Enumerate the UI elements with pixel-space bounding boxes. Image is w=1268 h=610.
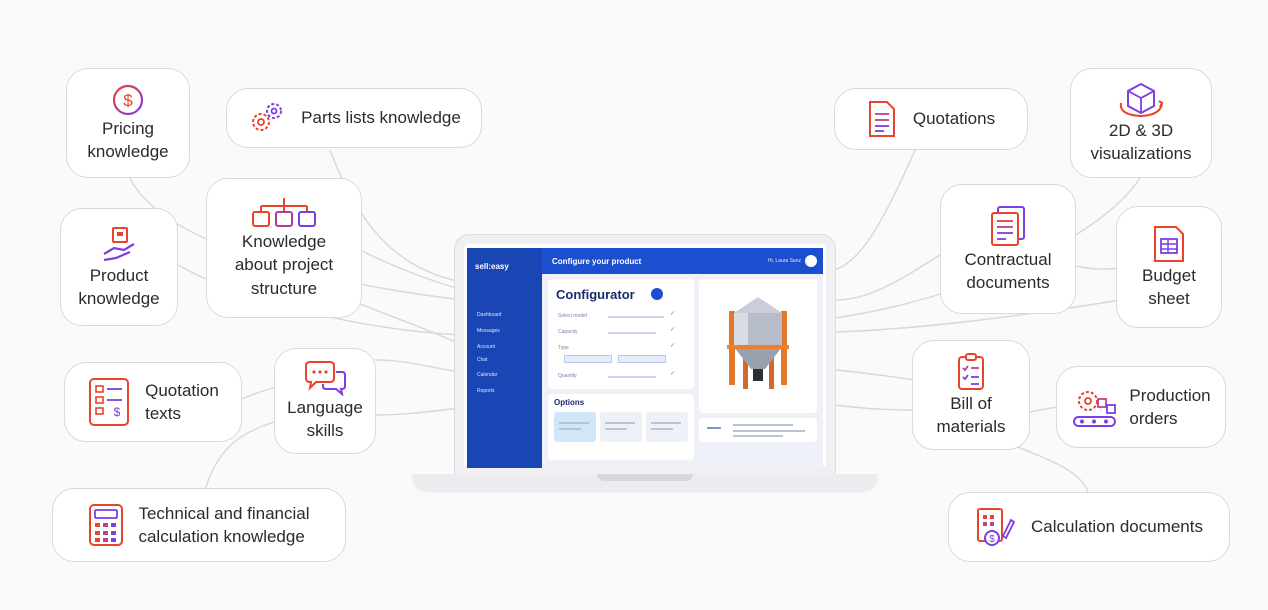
hand-holding-box-icon	[103, 226, 135, 261]
type-option[interactable]	[564, 355, 612, 363]
connector-quotations	[834, 149, 916, 271]
connector-language2	[374, 407, 463, 416]
configurator-title: Configurator	[556, 287, 635, 302]
budget-label: Budget sheet	[1142, 265, 1196, 308]
gears-icon	[252, 103, 283, 131]
parts-lists-label: Parts lists knowledge	[301, 108, 461, 128]
node-product: Product knowledge	[60, 208, 178, 326]
node-budget: Budget sheet	[1116, 206, 1222, 328]
clipboard-checklist-icon	[958, 352, 984, 390]
document-icon	[868, 101, 895, 137]
check-icon: ✓	[670, 327, 676, 333]
check-icon: ✓	[670, 371, 676, 377]
app-sidebar: sell:easy Dashboard Messages Account Cha…	[467, 248, 542, 468]
node-bill-of-materials: Bill of materials	[912, 340, 1030, 450]
nav-chat[interactable]: Chat	[477, 357, 488, 363]
options-title: Options	[554, 398, 585, 407]
conveyor-gear-icon	[1073, 391, 1117, 427]
node-project-structure: Knowledge about project structure	[206, 178, 362, 318]
options-card: Options	[548, 394, 694, 460]
price-list-icon: $	[89, 378, 130, 426]
laptop-notch	[597, 474, 693, 481]
connector-production	[1029, 406, 1059, 413]
contractual-label: Contractual documents	[964, 249, 1052, 292]
connector-project	[359, 249, 463, 291]
option-card[interactable]	[646, 412, 688, 442]
production-orders-label: Production orders	[1129, 385, 1211, 428]
svg-text:$: $	[989, 534, 995, 545]
node-quotation-texts: $ Quotation texts	[64, 362, 242, 442]
dollar-coin-icon: $	[112, 84, 144, 115]
configurator-app: sell:easy Dashboard Messages Account Cha…	[467, 248, 823, 468]
pricing-label: Pricing knowledge	[87, 118, 169, 161]
app-top-title: Configure your product	[552, 257, 642, 266]
row-select-model: Select model	[558, 313, 587, 319]
node-quotations: Quotations	[834, 88, 1028, 150]
laptop-screen: sell:easy Dashboard Messages Account Cha…	[455, 235, 835, 475]
node-technical-financial: Technical and financial calculation know…	[52, 488, 346, 562]
product-label: Product knowledge	[78, 265, 160, 308]
check-icon: ✓	[670, 343, 676, 349]
quotation-texts-label: Quotation texts	[145, 380, 219, 423]
type-option[interactable]	[618, 355, 666, 363]
stacked-documents-icon	[991, 205, 1025, 246]
node-contractual: Contractual documents	[940, 184, 1076, 314]
nav-reports[interactable]: Reports	[477, 388, 495, 394]
speech-bubbles-icon	[305, 360, 346, 396]
product-preview	[699, 279, 817, 413]
select-model-dropdown[interactable]	[608, 316, 664, 318]
connector-language	[374, 359, 463, 373]
technical-financial-label: Technical and financial calculation know…	[138, 503, 310, 546]
silo-illustration	[727, 297, 789, 389]
capacity-slider[interactable]	[608, 332, 656, 334]
connector-contractual	[834, 254, 941, 301]
nav-calendar[interactable]: Calendar	[477, 372, 497, 378]
calculator-icon	[89, 504, 124, 546]
node-parts-lists: Parts lists knowledge	[226, 88, 482, 148]
calculation-documents-label: Calculation documents	[1031, 517, 1203, 537]
visualizations-label: 2D & 3D visualizations	[1090, 120, 1192, 163]
nav-account[interactable]: Account	[477, 344, 495, 350]
svg-text:$: $	[123, 91, 133, 110]
calculation-sheet-icon: $	[977, 508, 1015, 546]
cube-icon	[1119, 82, 1164, 117]
info-card	[699, 418, 817, 442]
spreadsheet-icon	[1154, 225, 1184, 262]
check-icon: ✓	[670, 311, 676, 317]
bill-of-materials-label: Bill of materials	[936, 393, 1006, 436]
app-topbar: Configure your product Hi, Laura Sanz	[542, 248, 823, 274]
nav-messages[interactable]: Messages	[477, 328, 500, 334]
node-visualizations: 2D & 3D visualizations	[1070, 68, 1212, 178]
node-pricing: $ Pricing knowledge	[66, 68, 190, 178]
project-structure-label: Knowledge about project structure	[234, 231, 334, 298]
option-card[interactable]	[600, 412, 642, 442]
quantity-slider[interactable]	[608, 376, 656, 378]
avatar[interactable]	[805, 255, 817, 267]
row-quantity: Quantity	[558, 373, 577, 379]
hierarchy-icon	[252, 197, 316, 227]
app-brand: sell:easy	[475, 262, 509, 271]
node-language-skills: Language skills	[274, 348, 376, 454]
app-user[interactable]: Hi, Laura Sanz	[768, 258, 801, 264]
configurator-toggle-icon[interactable]	[651, 288, 663, 300]
connector-bom2	[834, 404, 916, 411]
svg-text:$: $	[114, 405, 121, 419]
row-type: Type	[558, 345, 569, 351]
configurator-card: Configurator Select model ✓ Capacity ✓ T…	[548, 279, 694, 389]
connector-bom	[834, 369, 916, 381]
node-production-orders: Production orders	[1056, 366, 1226, 448]
nav-dashboard[interactable]: Dashboard	[477, 312, 501, 318]
row-capacity: Capacity	[558, 329, 578, 335]
connector-project2	[349, 299, 463, 346]
quotations-label: Quotations	[912, 109, 996, 129]
node-calculation-documents: $ Calculation documents	[948, 492, 1230, 562]
language-skills-label: Language skills	[287, 397, 363, 440]
option-card-selected[interactable]	[554, 412, 596, 442]
